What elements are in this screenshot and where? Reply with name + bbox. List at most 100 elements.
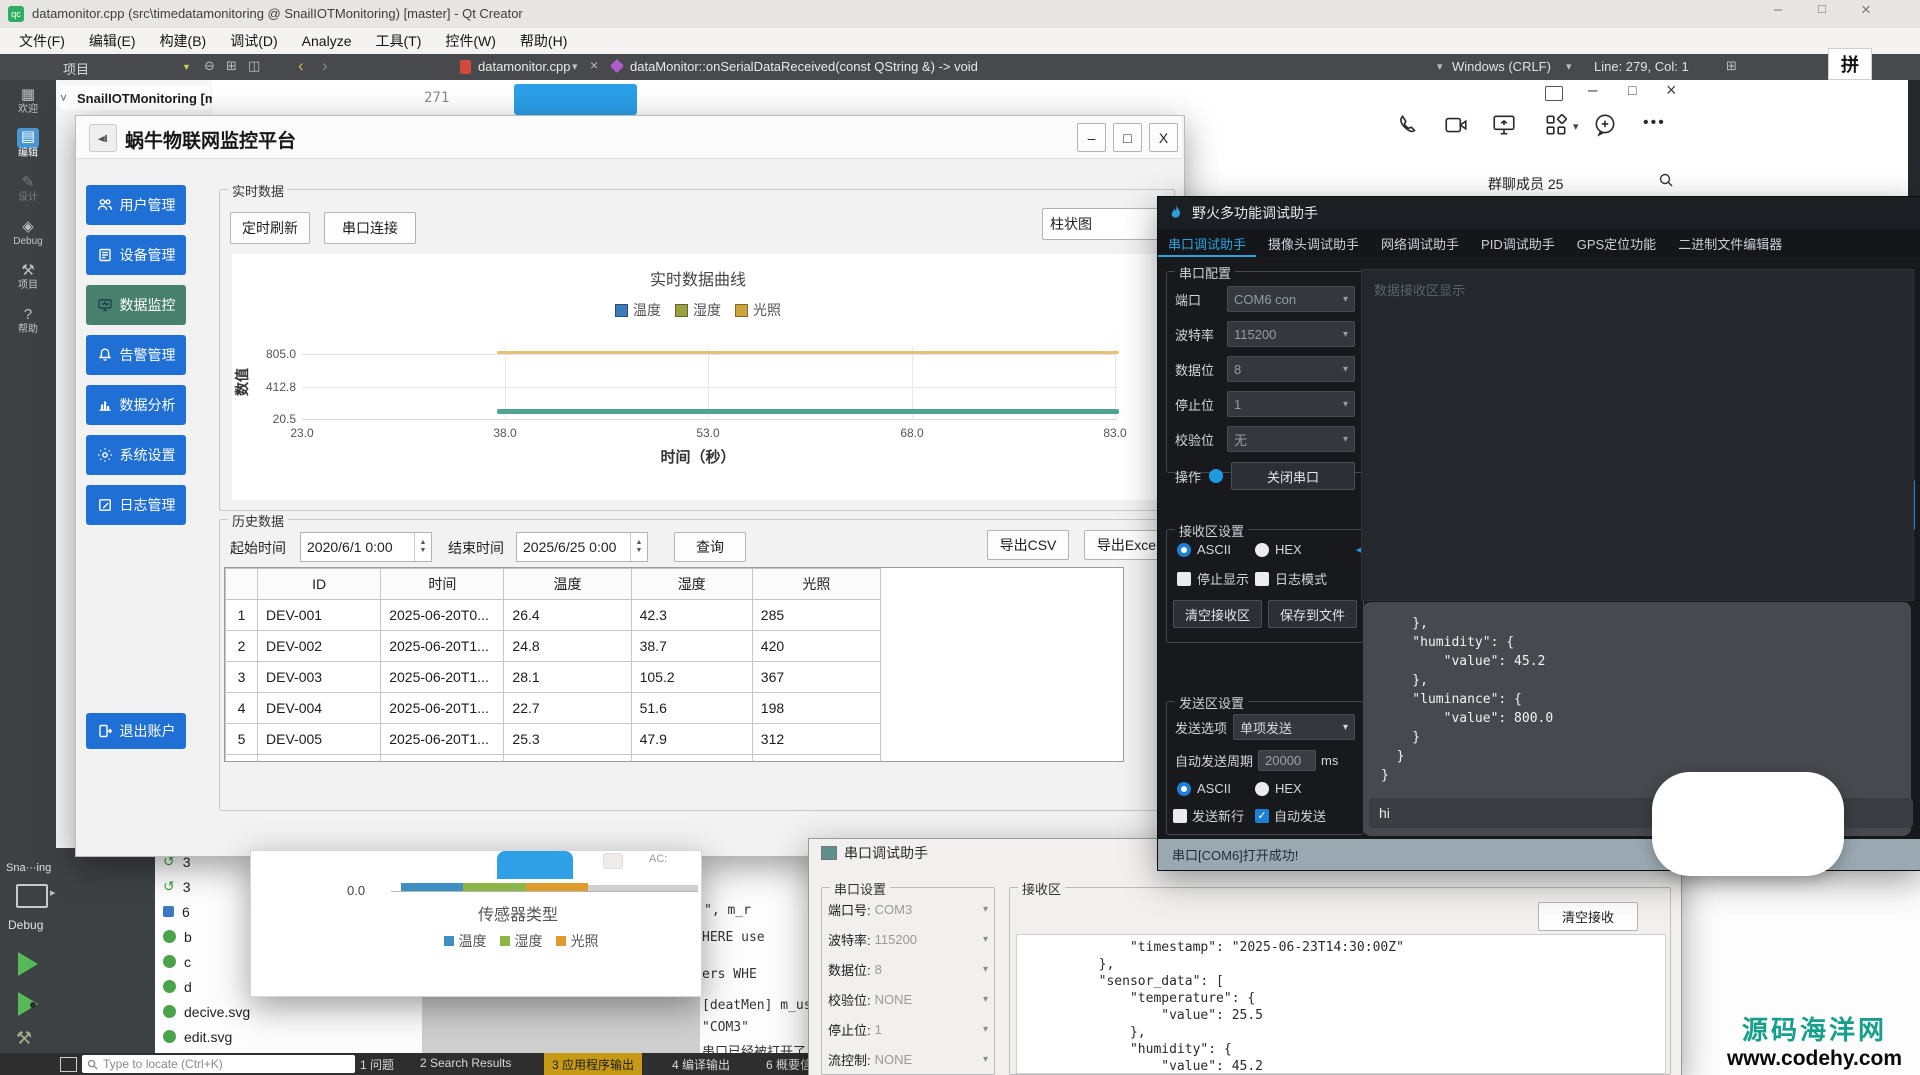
send-hex-radio[interactable] [1255, 782, 1269, 796]
databits-select[interactable]: 8 [875, 962, 979, 977]
mode-help[interactable]: ? 帮助 [0, 306, 56, 336]
iot-minimize-button[interactable]: – [1077, 123, 1106, 152]
kit-monitor-icon[interactable] [16, 884, 48, 908]
taskbar-panel-search[interactable]: 2 Search Results [420, 1056, 511, 1070]
hex-radio[interactable] [1255, 543, 1269, 557]
taskbar-panel-issues[interactable]: 1 问题 [360, 1056, 394, 1073]
legend-item-luminance[interactable]: 光照 [735, 300, 781, 320]
logout-button[interactable]: 退出账户 [86, 713, 186, 749]
start-time-input[interactable]: 2020/6/1 0:00 ▲▼ [300, 532, 432, 562]
tree-expand-icon[interactable]: ˅ [60, 91, 67, 105]
wechat-sidebar-toggle-icon[interactable] [1545, 86, 1563, 101]
taskbar-panel-compile[interactable]: 4 编译输出 [672, 1056, 730, 1073]
send-ascii-radio[interactable] [1177, 782, 1191, 796]
tab-camera-assistant[interactable]: 摄像头调试助手 [1258, 229, 1369, 257]
video-call-icon[interactable] [1443, 112, 1469, 143]
iot-maximize-button[interactable]: □ [1113, 123, 1142, 152]
qt-close-button[interactable]: × [1846, 0, 1886, 24]
wf-port-select[interactable]: COM6 con▾ [1227, 286, 1355, 312]
open-file-tab[interactable]: datamonitor.cpp [478, 59, 571, 74]
member-search-icon[interactable] [1658, 172, 1674, 193]
sidebar-item-users[interactable]: 用户管理 [86, 185, 186, 225]
ascii-radio[interactable] [1177, 543, 1191, 557]
export-csv-button[interactable]: 导出CSV [987, 530, 1069, 560]
wf-databits-select[interactable]: 8▾ [1227, 356, 1355, 382]
nav-back-icon[interactable]: ‹ [298, 56, 304, 76]
wf-parity-select[interactable]: 无▾ [1227, 426, 1355, 452]
file-list-item[interactable]: edit.svg [155, 1024, 422, 1049]
col-header-id[interactable]: ID [258, 569, 381, 600]
spinner-icons[interactable]: ▲▼ [630, 533, 647, 561]
send-option-select[interactable]: 单项发送▾ [1233, 714, 1355, 740]
serial-connect-button[interactable]: 串口连接 [324, 212, 416, 244]
encoding-dropdown-icon2[interactable]: ▾ [1566, 60, 1572, 73]
more-ellipsis-icon[interactable]: ••• [1643, 114, 1666, 132]
menu-help[interactable]: 帮助(H) [509, 31, 578, 51]
menu-analyze[interactable]: Analyze [291, 33, 363, 49]
tab-pid-assistant[interactable]: PID调试助手 [1471, 229, 1565, 257]
end-time-input[interactable]: 2025/6/25 0:00 ▲▼ [516, 532, 648, 562]
query-button[interactable]: 查询 [674, 532, 746, 562]
menu-build[interactable]: 构建(B) [149, 31, 218, 51]
table-row[interactable]: 5DEV-0052025-06-20T1...25.347.9312 [226, 724, 881, 755]
iot-close-button[interactable]: X [1149, 123, 1178, 152]
tab-gps-function[interactable]: GPS定位功能 [1567, 229, 1666, 257]
wildfire-titlebar[interactable]: 野火多功能调试助手 [1158, 197, 1920, 229]
project-tree-row[interactable]: ˅ SnailIOTMonitoring [master] [60, 86, 210, 110]
wechat-maximize-icon[interactable]: □ [1628, 82, 1636, 98]
encoding-dropdown-icon[interactable]: ▾ [1437, 60, 1443, 73]
legend-item-temperature[interactable]: 温度 [615, 300, 661, 320]
col-header-humidity[interactable]: 湿度 [631, 569, 752, 600]
receive-textarea[interactable]: "timestamp": "2025-06-23T14:30:00Z" }, "… [1016, 934, 1666, 1074]
wechat-close-icon[interactable]: × [1666, 80, 1677, 101]
sidebar-item-logs[interactable]: 日志管理 [86, 485, 186, 525]
table-row[interactable]: 1DEV-0012025-06-20T0...26.442.3285 [226, 600, 881, 631]
split-icon[interactable]: ⊞ [226, 58, 237, 74]
baud-select[interactable]: 115200 [875, 932, 979, 947]
menu-file[interactable]: 文件(F) [8, 31, 76, 51]
port-select[interactable]: COM3 [875, 902, 979, 917]
add-bubble-icon[interactable] [1592, 112, 1618, 143]
iot-titlebar[interactable]: 蜗牛物联网监控平台 – □ X [76, 116, 1182, 159]
file-list-item[interactable]: decive.svg [155, 999, 422, 1024]
timed-refresh-button[interactable]: 定时刷新 [230, 212, 310, 244]
encoding-selector[interactable]: Windows (CRLF) [1452, 59, 1551, 74]
menu-widgets[interactable]: 控件(W) [434, 31, 507, 51]
col-header-temp[interactable]: 温度 [504, 569, 631, 600]
kit-expand-icon[interactable]: ▸ [50, 886, 56, 899]
mode-projects[interactable]: ⚒ 项目 [0, 262, 56, 292]
editor-split-icon[interactable]: ⊞ [1726, 58, 1737, 74]
ime-badge[interactable]: 拼 [1828, 48, 1872, 80]
col-header-time[interactable]: 时间 [381, 569, 504, 600]
file-close-icon[interactable]: × [590, 57, 598, 73]
clear-receive-button[interactable]: 清空接收 [1538, 902, 1638, 931]
sidebar-item-analysis[interactable]: 数据分析 [86, 385, 186, 425]
mode-edit[interactable]: ▤ 编辑 [0, 128, 56, 160]
sidebar-item-settings[interactable]: 系统设置 [86, 435, 186, 475]
wechat-minimize-icon[interactable]: – [1588, 80, 1597, 100]
build-hammer-icon[interactable]: ⚒ [16, 1028, 32, 1049]
close-serial-button[interactable]: 关闭串口 [1231, 462, 1355, 490]
table-row[interactable]: 6DEV-0012025-06-20T0...26.442.3285 [226, 755, 881, 763]
table-row[interactable]: 3DEV-0032025-06-20T1...28.1105.2367 [226, 662, 881, 693]
menu-edit[interactable]: 编辑(E) [78, 31, 147, 51]
wf-receive-display[interactable]: 数据接收区显示 [1361, 269, 1914, 601]
nav-forward-icon[interactable]: › [322, 56, 328, 76]
mode-design[interactable]: ✎ 设计 [0, 174, 56, 204]
menu-debug[interactable]: 调试(D) [219, 31, 288, 51]
panel-toggle-icon[interactable] [60, 1057, 77, 1072]
filter-icon[interactable]: ▼ [182, 62, 191, 72]
flowctrl-select[interactable]: NONE [875, 1052, 979, 1067]
mode-welcome[interactable]: ▦ 欢迎 [0, 86, 56, 116]
taskbar-panel-appoutput[interactable]: 3 应用程序输出 [544, 1053, 642, 1075]
clear-receive-area-button[interactable]: 清空接收区 [1173, 600, 1262, 628]
qt-minimize-button[interactable]: – [1758, 1, 1798, 25]
wf-stopbits-select[interactable]: 1▾ [1227, 391, 1355, 417]
wf-baud-select[interactable]: 115200▾ [1227, 321, 1355, 347]
table-row[interactable]: 4DEV-0042025-06-20T1...22.751.6198 [226, 693, 881, 724]
sidebar-item-devices[interactable]: 设备管理 [86, 235, 186, 275]
send-period-input[interactable]: 20000 [1258, 750, 1316, 771]
sidebar-item-monitor[interactable]: 数据监控 [86, 285, 186, 325]
auto-send-checkbox[interactable]: ✓ [1255, 809, 1269, 823]
spinner-icons[interactable]: ▲▼ [414, 533, 431, 561]
